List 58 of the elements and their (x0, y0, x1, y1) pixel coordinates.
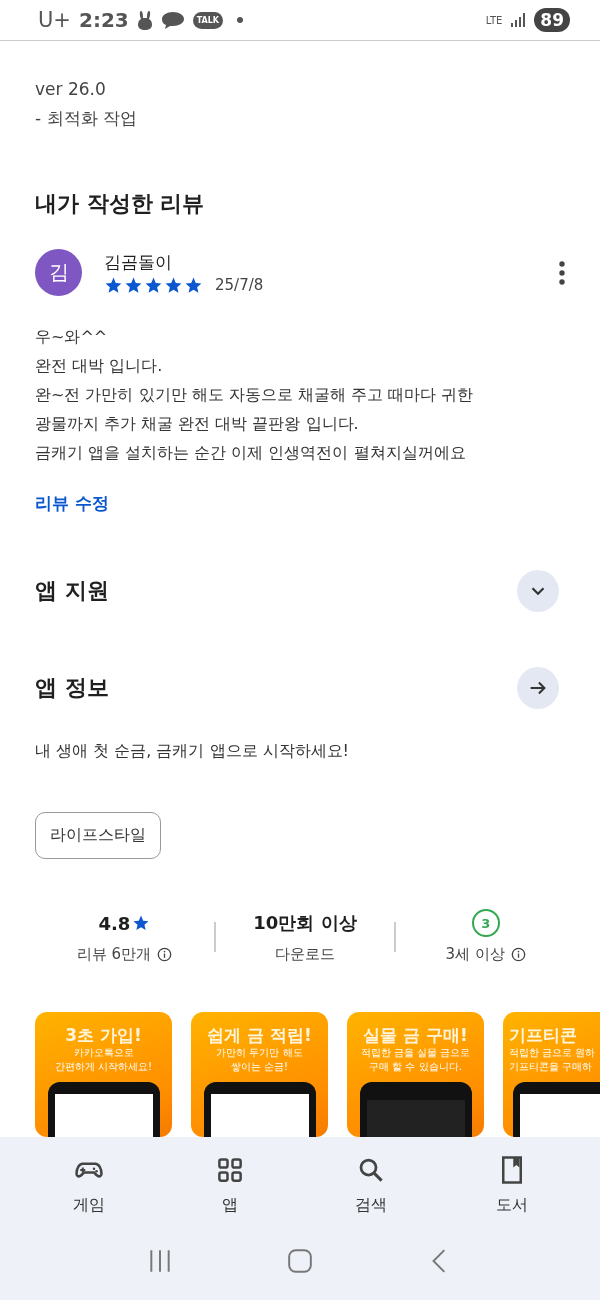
screenshot-caption: 가만히 두기만 해도 (216, 1046, 303, 1060)
nav-tab[interactable]: 앱 (184, 1151, 275, 1220)
category-chip[interactable]: 라이프스타일 (35, 812, 161, 859)
release-note: ver 26.0 (35, 78, 107, 101)
info-icon[interactable] (510, 947, 526, 962)
nav-tab[interactable]: 검색 (325, 1151, 416, 1220)
recent-apps-icon[interactable] (147, 1248, 173, 1274)
chat-bubble-icon (160, 10, 185, 30)
reviewer-name: 김곰돌이 (104, 250, 173, 273)
arrow-button[interactable] (517, 667, 559, 709)
screenshot-title: 3초 가입! (65, 1024, 142, 1046)
review-text: 금캐기 앱을 설치하는 순간 이제 인생역전이 펼쳐지실꺼에요 (35, 442, 467, 464)
battery-level: 89 (534, 8, 570, 32)
review-text: 완~전 가만히 있기만 해도 자동으로 채굴해 주고 때마다 귀한 광물까지 추가 채굴 완전 대박 끝판왕 입니다. (35, 384, 475, 435)
star-icon (184, 275, 203, 295)
screenshot-caption: 구매 할 수 있습니다. (369, 1060, 462, 1074)
star-icon (124, 275, 143, 295)
review-date: 25/7/8 (215, 276, 264, 294)
star-icon (164, 275, 183, 295)
network-label: LTE (485, 14, 503, 26)
section-heading: 앱 지원 (35, 577, 109, 605)
clock-time: 2:23 (78, 8, 129, 32)
notification-dot-icon (237, 17, 244, 23)
screenshot-caption: 적립한 금을 실물 금으로 (360, 1046, 471, 1060)
download-count: 10만회 이상 (253, 911, 357, 935)
screenshot-title: 실물 금 구매! (363, 1024, 468, 1046)
star-icon (144, 275, 163, 295)
age-rating-badge: 3 (471, 909, 500, 937)
signal-icon (510, 12, 527, 28)
screenshot-title: 기프티콘 (509, 1024, 577, 1046)
talk-icon: TALK (192, 11, 224, 29)
rating-value: 4.8 (98, 912, 131, 934)
stat-label: 리뷰 6만개 (76, 945, 151, 964)
bunny-icon (136, 10, 153, 30)
screenshot-caption: 적립한 금으로 원하 (509, 1046, 596, 1060)
screenshot-caption: 간편하게 시작하세요! (54, 1060, 153, 1074)
screenshot-caption: 쌓이는 순금! (230, 1060, 289, 1074)
more-options-icon[interactable] (559, 260, 565, 285)
section-heading: 내가 작성한 리뷰 (35, 190, 206, 218)
avatar: 김 (35, 249, 82, 296)
stat-label: 다운로드 (275, 945, 335, 964)
screenshot-caption: 기프티콘을 구매하 (509, 1060, 593, 1074)
nav-tab[interactable]: 도서 (466, 1151, 557, 1220)
section-heading: 앱 정보 (35, 674, 109, 702)
star-icon (132, 914, 151, 932)
screenshot-caption: 카카오톡으로 (73, 1046, 134, 1060)
edit-review-link[interactable]: 리뷰 수정 (35, 492, 109, 515)
app-description: 내 생애 첫 순금, 금캐기 앱으로 시작하세요! (35, 741, 350, 762)
star-icon (104, 275, 123, 295)
review-text: 우~와^^ (35, 326, 109, 348)
screenshot-title: 쉽게 금 적립! (207, 1024, 312, 1046)
nav-tab[interactable]: 게임 (43, 1151, 134, 1220)
info-icon[interactable] (157, 947, 172, 962)
release-note: - 최적화 작업 (35, 107, 138, 130)
review-text: 완전 대박 입니다. (35, 355, 164, 377)
stat-label: 3세 이상 (445, 945, 505, 964)
home-icon[interactable] (287, 1248, 313, 1274)
carrier-label: U+ (38, 8, 71, 32)
